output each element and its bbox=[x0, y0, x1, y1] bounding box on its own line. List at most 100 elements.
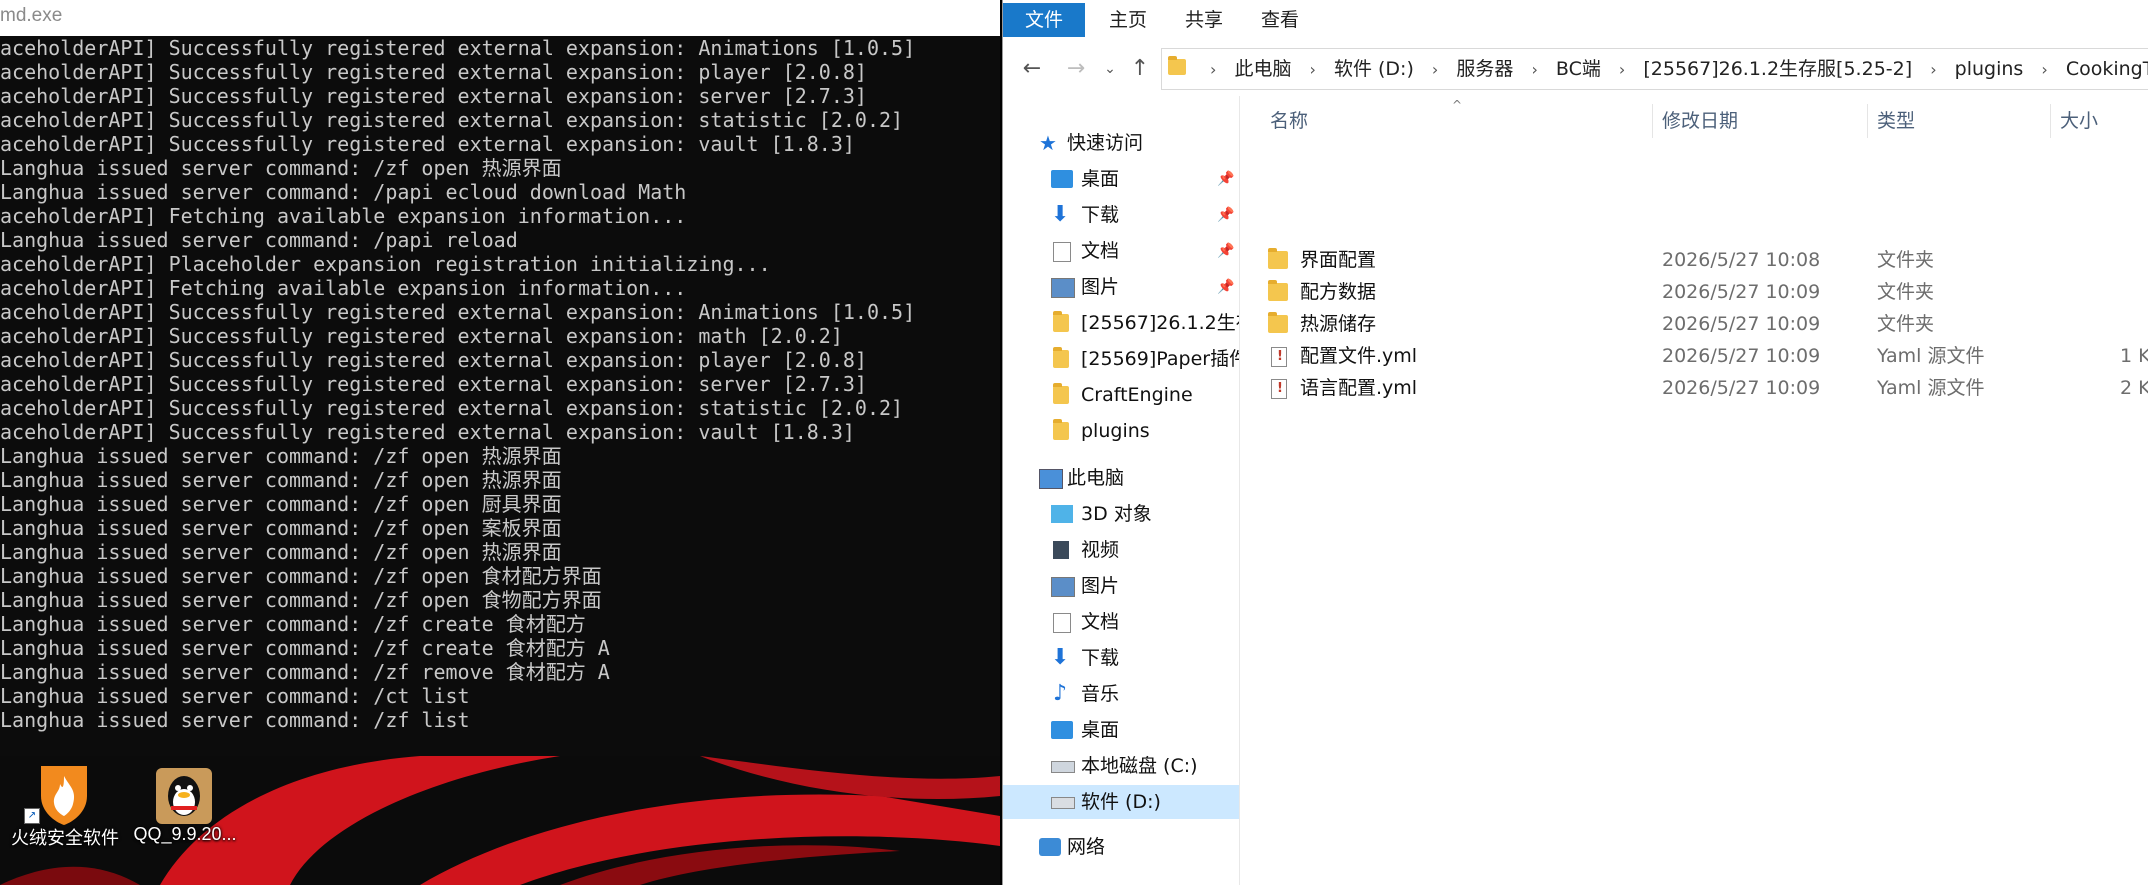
console-line: Langhua issued server command: /zf open … bbox=[0, 156, 562, 180]
nav-videos[interactable]: 视频 bbox=[1003, 533, 1239, 567]
nav-folder-plugins[interactable]: plugins bbox=[1003, 414, 1239, 448]
folder-icon bbox=[1053, 311, 1069, 332]
breadcrumb-item[interactable]: 软件 (D:) bbox=[1334, 58, 1414, 80]
breadcrumb-item[interactable]: 服务器 bbox=[1456, 58, 1513, 80]
nav-music[interactable]: ♪ 音乐 bbox=[1003, 677, 1239, 711]
chevron-right-icon[interactable]: › bbox=[1930, 60, 1936, 79]
chevron-right-icon[interactable]: › bbox=[1210, 60, 1216, 79]
nav-3d-objects[interactable]: 3D 对象 bbox=[1003, 497, 1239, 531]
chevron-right-icon[interactable]: › bbox=[1531, 60, 1537, 79]
cmd-titlebar[interactable]: md.exe bbox=[0, 0, 1000, 37]
chevron-right-icon[interactable]: › bbox=[1310, 60, 1316, 79]
column-header-type[interactable]: 类型 bbox=[1877, 106, 1915, 136]
nav-label: 网络 bbox=[1067, 836, 1106, 858]
nav-this-pc[interactable]: 此电脑 bbox=[1003, 461, 1239, 495]
file-date: 2026/5/27 10:09 bbox=[1662, 281, 1821, 303]
up-arrow-icon[interactable]: ↑ bbox=[1125, 54, 1155, 84]
network-icon bbox=[1039, 838, 1061, 856]
pin-icon[interactable]: 📌 bbox=[1217, 234, 1234, 268]
file-date: 2026/5/27 10:08 bbox=[1662, 249, 1821, 271]
breadcrumb-item[interactable]: 此电脑 bbox=[1234, 58, 1291, 80]
star-icon: ★ bbox=[1039, 131, 1057, 155]
pin-icon[interactable]: 📌 bbox=[1217, 270, 1234, 304]
forward-arrow-icon[interactable]: → bbox=[1061, 54, 1091, 84]
nav-network[interactable]: 网络 bbox=[1003, 830, 1239, 864]
console-output[interactable]: aceholderAPI] Successfully registered ex… bbox=[0, 36, 1000, 756]
nav-folder-25569[interactable]: [25569]Paper插件服 bbox=[1003, 342, 1239, 376]
nav-drive-c[interactable]: 本地磁盘 (C:) bbox=[1003, 749, 1239, 783]
file-date: 2026/5/27 10:09 bbox=[1662, 345, 1821, 367]
column-divider[interactable] bbox=[1867, 104, 1868, 138]
film-icon bbox=[1053, 541, 1069, 559]
file-name: 语言配置.yml bbox=[1300, 377, 1418, 399]
tab-home[interactable]: 主页 bbox=[1097, 3, 1159, 37]
nav-desktop[interactable]: 桌面 📌 bbox=[1003, 162, 1239, 196]
pin-icon[interactable]: 📌 bbox=[1217, 198, 1234, 232]
nav-folder-craftengine[interactable]: CraftEngine bbox=[1003, 378, 1239, 412]
music-note-icon: ♪ bbox=[1053, 681, 1068, 706]
console-line: aceholderAPI] Fetching available expansi… bbox=[0, 276, 687, 300]
breadcrumb-item[interactable]: [25567]26.1.2生存服[5.25-2] bbox=[1643, 58, 1912, 80]
nav-pictures[interactable]: 图片 📌 bbox=[1003, 270, 1239, 304]
file-row[interactable]: 语言配置.yml 2026/5/27 10:09 Yaml 源文件 2 KB bbox=[1240, 372, 2148, 405]
document-icon bbox=[1053, 242, 1071, 262]
chevron-right-icon[interactable]: › bbox=[2041, 60, 2047, 79]
folder-icon bbox=[1053, 383, 1069, 404]
nav-label: 下载 bbox=[1081, 204, 1120, 226]
nav-label: plugins bbox=[1081, 420, 1150, 442]
console-line: Langhua issued server command: /papi ecl… bbox=[0, 180, 687, 204]
console-line: Langhua issued server command: /zf open … bbox=[0, 444, 562, 468]
chevron-right-icon[interactable]: › bbox=[1619, 60, 1625, 79]
tab-share[interactable]: 共享 bbox=[1173, 3, 1235, 37]
breadcrumb: › 此电脑 › 软件 (D:) › 服务器 › BC端 › [25567]26.… bbox=[1198, 49, 2148, 89]
nav-label: 此电脑 bbox=[1067, 467, 1125, 489]
nav-downloads[interactable]: ⬇ 下载 📌 bbox=[1003, 198, 1239, 232]
tab-file[interactable]: 文件 bbox=[1003, 3, 1085, 37]
tab-view[interactable]: 查看 bbox=[1249, 3, 1311, 37]
pin-icon[interactable]: 📌 bbox=[1217, 162, 1234, 196]
drive-windows-icon bbox=[1051, 761, 1075, 773]
recent-locations-chevron-icon[interactable]: ⌄ bbox=[1095, 54, 1125, 84]
console-line: Langhua issued server command: /zf open … bbox=[0, 540, 562, 564]
desktop-icon-huorong[interactable]: ↗ 火绒安全软件 bbox=[0, 756, 130, 885]
yaml-file-icon bbox=[1271, 341, 1287, 373]
nav-drive-d[interactable]: 软件 (D:) bbox=[1003, 785, 1239, 819]
nav-label: 音乐 bbox=[1081, 683, 1120, 705]
breadcrumb-item[interactable]: plugins bbox=[1955, 58, 2024, 80]
file-row[interactable]: 界面配置 2026/5/27 10:08 文件夹 bbox=[1240, 244, 2148, 276]
back-arrow-icon[interactable]: ← bbox=[1017, 54, 1047, 84]
breadcrumb-item[interactable]: BC端 bbox=[1556, 58, 1601, 80]
file-row[interactable]: 配方数据 2026/5/27 10:09 文件夹 bbox=[1240, 276, 2148, 308]
file-type: 文件夹 bbox=[1877, 313, 1935, 335]
column-divider[interactable] bbox=[2050, 104, 2051, 138]
column-header-name[interactable]: 名称 bbox=[1270, 106, 1308, 136]
document-icon bbox=[1053, 613, 1071, 633]
nav-pc-desktop[interactable]: 桌面 bbox=[1003, 713, 1239, 747]
column-header-size[interactable]: 大小 bbox=[2060, 106, 2098, 136]
console-line: aceholderAPI] Successfully registered ex… bbox=[0, 420, 855, 444]
file-row[interactable]: 配置文件.yml 2026/5/27 10:09 Yaml 源文件 1 KB bbox=[1240, 340, 2148, 373]
nav-pc-pictures[interactable]: 图片 bbox=[1003, 569, 1239, 603]
chevron-right-icon[interactable]: › bbox=[1432, 60, 1438, 79]
navigation-bar: ← → ⌄ ↑ › 此电脑 › 软件 (D:) › 服务器 › BC端 › [2… bbox=[1003, 40, 2148, 96]
nav-label: 桌面 bbox=[1081, 719, 1120, 741]
desktop-icon-qq[interactable]: QQ_9.9.20... bbox=[120, 756, 250, 885]
nav-pc-downloads[interactable]: ⬇ 下载 bbox=[1003, 641, 1239, 675]
nav-label: [25569]Paper插件服 bbox=[1081, 348, 1239, 370]
nav-pc-documents[interactable]: 文档 bbox=[1003, 605, 1239, 639]
nav-documents[interactable]: 文档 📌 bbox=[1003, 234, 1239, 268]
picture-icon bbox=[1051, 577, 1075, 597]
nav-folder-25567[interactable]: [25567]26.1.2生存服 bbox=[1003, 306, 1239, 340]
breadcrumb-item[interactable]: CookingTools bbox=[2066, 58, 2148, 80]
console-line: Langhua issued server command: /zf open … bbox=[0, 564, 602, 588]
file-size: 1 KB bbox=[2120, 345, 2148, 367]
file-explorer-window[interactable]: 文件 主页 共享 查看 ← → ⌄ ↑ › 此电脑 › 软件 (D:) › 服务… bbox=[1002, 0, 2148, 885]
nav-label: 文档 bbox=[1081, 240, 1120, 262]
nav-quick-access[interactable]: ★ 快速访问 bbox=[1003, 126, 1239, 160]
cmd-window[interactable]: md.exe aceholderAPI] Successfully regist… bbox=[0, 0, 1000, 885]
address-bar[interactable]: › 此电脑 › 软件 (D:) › 服务器 › BC端 › [25567]26.… bbox=[1161, 48, 2148, 90]
file-row[interactable]: 热源储存 2026/5/27 10:09 文件夹 bbox=[1240, 308, 2148, 340]
column-divider[interactable] bbox=[1652, 104, 1653, 138]
sort-ascending-icon: ^ bbox=[1452, 98, 1463, 112]
column-header-date[interactable]: 修改日期 bbox=[1662, 106, 1738, 136]
